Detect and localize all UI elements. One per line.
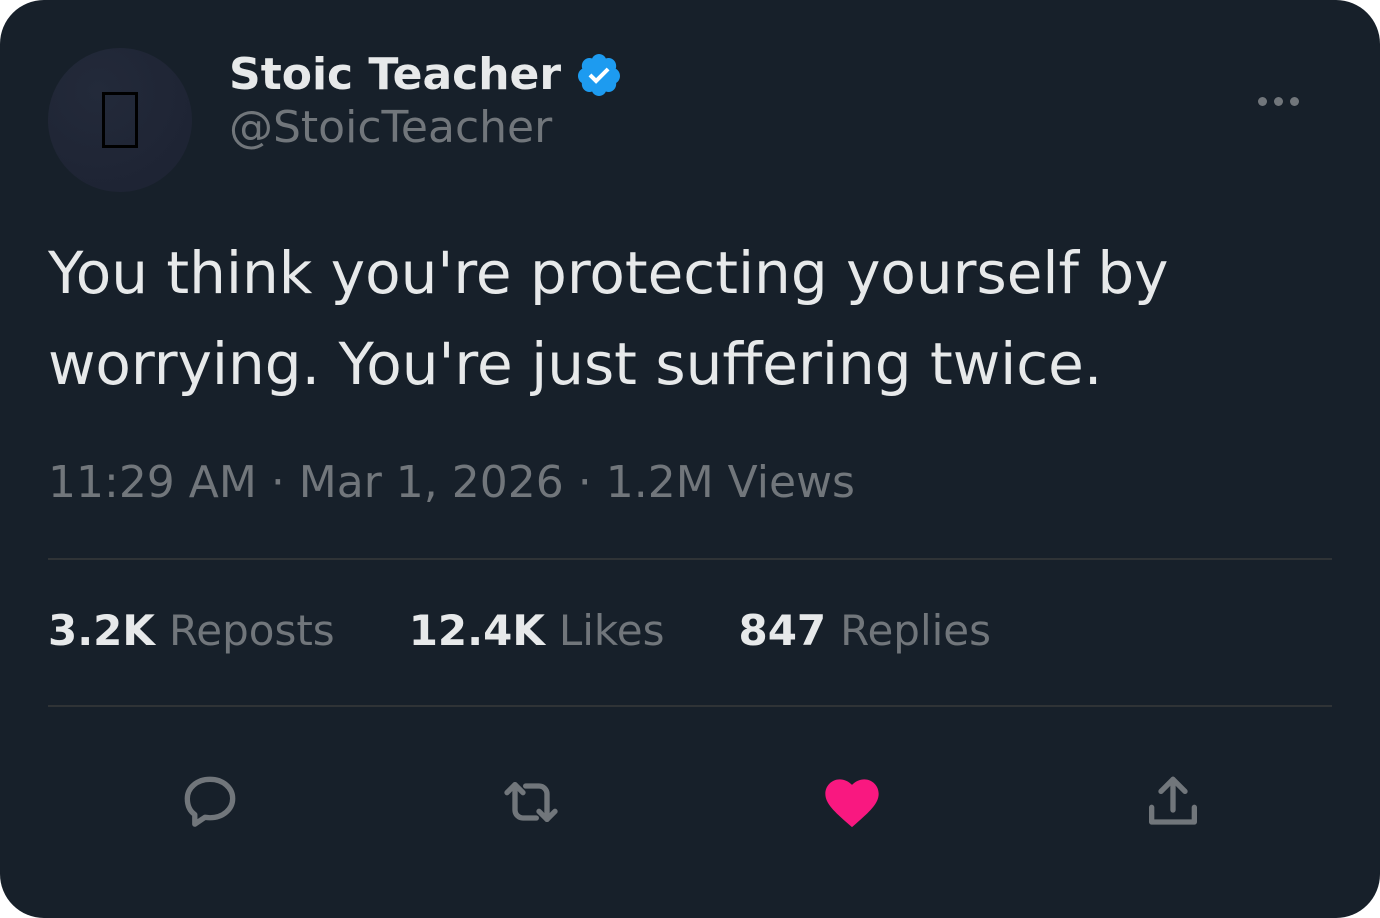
replies-stat[interactable]: 847 Replies	[738, 606, 991, 655]
more-dot	[1273, 96, 1283, 106]
engagement-stats: 3.2K Reposts 12.4K Likes 847 Replies	[48, 602, 991, 658]
likes-stat[interactable]: 12.4K Likes	[409, 606, 665, 655]
divider	[48, 705, 1332, 707]
reposts-stat[interactable]: 3.2K Reposts	[48, 606, 335, 655]
avatar-placeholder-icon	[102, 92, 138, 148]
reposts-label: Reposts	[168, 605, 335, 655]
like-button[interactable]	[810, 760, 894, 844]
tweet-text: You think you're protecting yourself by …	[48, 239, 1169, 398]
author-name-row: Stoic Teacher	[229, 50, 623, 100]
author-display-name[interactable]: Stoic Teacher	[229, 50, 561, 100]
repost-icon	[504, 782, 558, 822]
reposts-count: 3.2K	[48, 605, 155, 655]
reply-icon	[184, 776, 236, 827]
author-handle[interactable]: @StoicTeacher	[229, 103, 552, 153]
share-icon	[1149, 776, 1197, 825]
share-button[interactable]	[1131, 760, 1215, 844]
reply-button[interactable]	[168, 760, 252, 844]
repost-button[interactable]	[489, 760, 573, 844]
likes-label: Likes	[558, 605, 665, 655]
likes-count: 12.4K	[408, 605, 545, 655]
heart-icon	[825, 779, 879, 828]
avatar[interactable]	[48, 48, 192, 192]
more-dot	[1289, 96, 1299, 106]
divider	[48, 558, 1332, 560]
action-bar	[48, 760, 1332, 844]
replies-count: 847	[738, 605, 827, 655]
verified-badge-icon	[578, 54, 621, 96]
replies-label: Replies	[840, 605, 992, 655]
tweet-card: Stoic Teacher @StoicTeacher You think yo…	[0, 0, 1380, 918]
more-dot	[1257, 96, 1267, 106]
tweet-meta[interactable]: 11:29 AM · Mar 1, 2026 · 1.2M Views	[48, 455, 855, 511]
more-options-icon[interactable]	[1250, 86, 1306, 116]
